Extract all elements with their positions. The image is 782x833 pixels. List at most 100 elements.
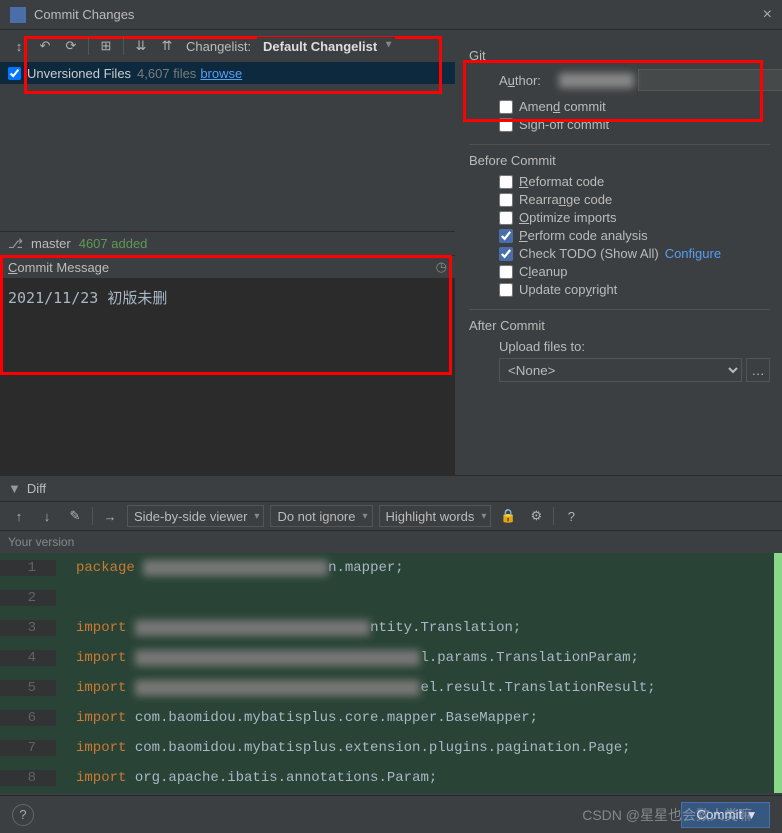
code-line[interactable]: 7import com.baomidou.mybatisplus.extensi…: [0, 733, 782, 763]
after-commit-title: After Commit: [469, 318, 770, 333]
scrollbar-marker[interactable]: [774, 553, 782, 793]
window-title: Commit Changes: [34, 7, 763, 22]
code-line[interactable]: 1package cn.xxx.xxxx.xxxx.xxxxxn.mapper;: [0, 553, 782, 583]
optimize-label: Optimize imports: [519, 210, 617, 225]
author-label: Author:: [499, 73, 559, 88]
analysis-checkbox[interactable]: [499, 229, 513, 243]
bottom-bar: ? Commit ▾: [0, 795, 782, 833]
diff-header[interactable]: ▼ Diff: [0, 475, 782, 501]
diff-caret-icon: ▼: [8, 481, 21, 496]
changes-toolbar: ↕ ↶ ⟳ ⊞ ⇊ ⇈ Changelist: Default Changeli…: [0, 30, 455, 62]
file-row[interactable]: Unversioned Files 4,607 files browse: [0, 62, 455, 84]
branch-name: master: [31, 236, 71, 251]
line-number: 4: [0, 650, 56, 666]
branch-icon: ⎇: [8, 236, 23, 252]
line-number: 3: [0, 620, 56, 636]
help-button[interactable]: ?: [12, 804, 34, 826]
titlebar: Commit Changes ×: [0, 0, 782, 30]
ignore-dropdown[interactable]: Do not ignore: [270, 505, 372, 527]
rearrange-checkbox[interactable]: [499, 193, 513, 207]
rearrange-label: Rearrange code: [519, 192, 612, 207]
code-line[interactable]: 4import cn.xxxxxxxxxxx.xxxxx.xxxx.xxxxx.…: [0, 643, 782, 673]
file-checkbox[interactable]: [8, 67, 21, 80]
copyright-checkbox[interactable]: [499, 283, 513, 297]
code-viewer[interactable]: 1package cn.xxx.xxxx.xxxx.xxxxxn.mapper;…: [0, 553, 782, 793]
gear-icon[interactable]: ⚙: [525, 505, 547, 527]
help-icon[interactable]: ?: [560, 505, 582, 527]
upload-label: Upload files to:: [469, 339, 770, 354]
line-number: 2: [0, 590, 56, 606]
file-list: Unversioned Files 4,607 files browse: [0, 62, 455, 231]
separator: [469, 144, 770, 145]
separator: [469, 309, 770, 310]
reformat-checkbox[interactable]: [499, 175, 513, 189]
prev-diff-icon[interactable]: ↑: [8, 505, 30, 527]
toolbar-sep: [88, 37, 89, 55]
sep: [92, 507, 93, 525]
code-line[interactable]: 3import cn.xxxxxxxxxxx.xxxxx.xxxx.xxntit…: [0, 613, 782, 643]
upload-select[interactable]: <None>: [499, 358, 742, 382]
code-line[interactable]: 2: [0, 583, 782, 613]
changelist-dropdown[interactable]: Default Changelist: [257, 37, 395, 56]
next-diff-icon[interactable]: ↓: [36, 505, 58, 527]
refresh-icon[interactable]: ⟳: [60, 35, 82, 57]
code-line[interactable]: 5import cn.xxxxxxxxxxx.xxxxx.xxxx.xxxxx.…: [0, 673, 782, 703]
author-input[interactable]: [638, 69, 782, 91]
diff-label: Diff: [27, 481, 46, 496]
line-number: 7: [0, 740, 56, 756]
copyright-label: Update copyright: [519, 282, 617, 297]
collapse-all-icon[interactable]: ⇈: [156, 35, 178, 57]
viewer-dropdown[interactable]: Side-by-side viewer: [127, 505, 264, 527]
edit-icon[interactable]: ✎: [64, 505, 86, 527]
cleanup-checkbox[interactable]: [499, 265, 513, 279]
file-count: 4,607 files: [137, 66, 196, 81]
rollback-icon[interactable]: ↶: [34, 35, 56, 57]
code-text: import com.baomidou.mybatisplus.core.map…: [56, 710, 538, 726]
configure-link[interactable]: Configure: [665, 246, 721, 261]
close-icon[interactable]: ×: [763, 6, 772, 24]
nav-icon[interactable]: →: [99, 505, 121, 527]
file-name: Unversioned Files: [27, 66, 131, 81]
todo-label: Check TODO (Show All): [519, 246, 659, 261]
group-icon[interactable]: ⊞: [95, 35, 117, 57]
toolbar-sep: [123, 37, 124, 55]
expand-icon[interactable]: ↕: [8, 35, 30, 57]
before-commit-title: Before Commit: [469, 153, 770, 168]
code-text: package cn.xxx.xxxx.xxxx.xxxxxn.mapper;: [56, 560, 404, 576]
reformat-label: Reformat code: [519, 174, 604, 189]
signoff-label: Sign-off commit: [519, 117, 609, 132]
highlight-dropdown[interactable]: Highlight words: [379, 505, 492, 527]
line-number: 6: [0, 710, 56, 726]
commit-button[interactable]: Commit ▾: [681, 802, 770, 828]
optimize-checkbox[interactable]: [499, 211, 513, 225]
code-line[interactable]: 8import org.apache.ibatis.annotations.Pa…: [0, 763, 782, 793]
chevron-down-icon: ▾: [748, 807, 755, 823]
git-section-title: Git: [469, 48, 770, 63]
browse-link[interactable]: browse: [200, 66, 242, 81]
code-text: import cn.xxxxxxxxxxx.xxxxx.xxxx.xxntity…: [56, 620, 521, 636]
code-text: import org.apache.ibatis.annotations.Par…: [56, 770, 437, 786]
upload-browse-button[interactable]: …: [746, 358, 770, 382]
code-line[interactable]: 6import com.baomidou.mybatisplus.core.ma…: [0, 703, 782, 733]
version-label: Your version: [0, 531, 782, 553]
history-icon[interactable]: ◷: [436, 259, 447, 275]
code-text: import cn.xxxxxxxxxxx.xxxxx.xxxx.xxxxx.x…: [56, 650, 639, 666]
code-text: import cn.xxxxxxxxxxx.xxxxx.xxxx.xxxxx.x…: [56, 680, 656, 696]
line-number: 5: [0, 680, 56, 696]
code-text: import com.baomidou.mybatisplus.extensio…: [56, 740, 631, 756]
cleanup-label: Cleanup: [519, 264, 567, 279]
commit-button-label: Commit: [696, 807, 742, 822]
app-icon: [10, 7, 26, 23]
commit-msg-header: Commit Message ◷: [0, 255, 455, 279]
sep: [553, 507, 554, 525]
commit-msg-input[interactable]: 2021/11/23 初版未删: [0, 279, 455, 475]
branch-bar: ⎇ master 4607 added: [0, 231, 455, 255]
diff-toolbar: ↑ ↓ ✎ → Side-by-side viewer Do not ignor…: [0, 501, 782, 531]
signoff-checkbox[interactable]: [499, 118, 513, 132]
amend-checkbox[interactable]: [499, 100, 513, 114]
added-count: 4607 added: [79, 236, 148, 251]
expand-all-icon[interactable]: ⇊: [130, 35, 152, 57]
todo-checkbox[interactable]: [499, 247, 513, 261]
commit-msg-label: Commit Message: [8, 260, 436, 275]
lock-icon[interactable]: 🔒: [497, 505, 519, 527]
